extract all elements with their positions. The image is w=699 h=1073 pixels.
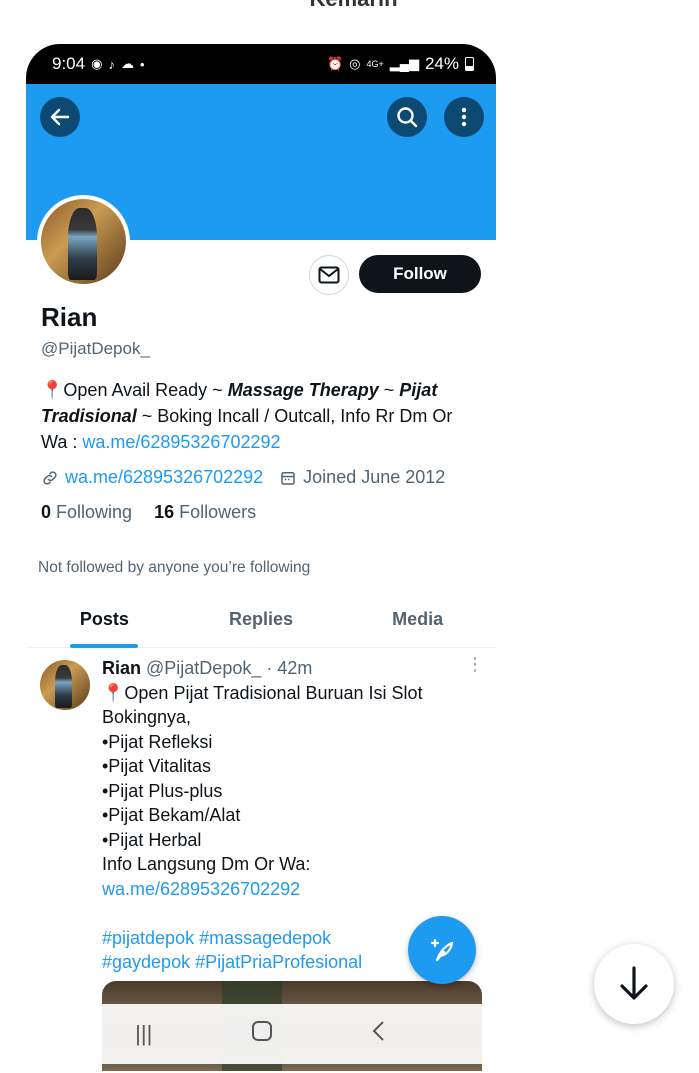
profile-tabs: Posts Replies Media [26, 602, 496, 648]
website-link[interactable]: wa.me/62895326702292 [65, 467, 263, 488]
post-line: •Pijat Herbal [102, 829, 202, 850]
tab-posts[interactable]: Posts [26, 602, 183, 648]
tiktok-icon: ♪ [108, 56, 115, 72]
page-header-text: Kemarin [0, 0, 699, 12]
android-nav-bar: ||| [26, 1004, 496, 1064]
chrome-icon: ◉ [91, 56, 103, 71]
following-count: 0 [41, 502, 52, 522]
home-icon[interactable] [251, 1020, 273, 1048]
back-button[interactable] [40, 97, 80, 137]
arrow-left-icon [50, 108, 70, 126]
status-bar: 9:04 ◉ ♪ ☁ • ⏰ ◎ 4G+ ▂▄▆ 24% [26, 44, 496, 84]
tab-replies[interactable]: Replies [183, 602, 340, 647]
follow-counts: 0 Following 16 Followers [41, 502, 481, 523]
post-line: •Pijat Plus-plus [102, 780, 223, 801]
followers-label: Followers [179, 502, 257, 522]
pin-icon: 📍 [41, 380, 64, 400]
profile-meta: wa.me/62895326702292 Joined June 2012 [41, 467, 481, 488]
compose-post-button[interactable] [408, 916, 476, 984]
following-link[interactable]: 0 Following [41, 502, 132, 523]
battery-icon [465, 57, 474, 71]
search-button[interactable] [387, 97, 427, 137]
joined-date: Joined June 2012 [303, 467, 446, 487]
post-line: 📍Open Pijat Tradisional Buruan Isi Slot [102, 682, 423, 703]
bio-link[interactable]: wa.me/62895326702292 [82, 432, 280, 452]
post-line: •Pijat Refleksi [102, 731, 213, 752]
scroll-down-button[interactable] [594, 944, 674, 1024]
vertical-dots-icon [461, 107, 467, 127]
following-label: Following [56, 502, 133, 522]
post-author-handle: @PijatDepok_ [146, 658, 262, 678]
more-options-button[interactable] [444, 97, 484, 137]
post-header: Rian @PijatDepok_ · 42m [102, 656, 482, 681]
post-time: · 42m [266, 658, 313, 678]
post-link[interactable]: wa.me/62895326702292 [102, 877, 482, 902]
bio-text: ~ [378, 380, 400, 400]
profile-handle: @PijatDepok_ [41, 339, 150, 358]
profile-avatar[interactable] [37, 195, 130, 288]
tab-media[interactable]: Media [339, 602, 496, 647]
profile-info: Rian @PijatDepok_ 📍Open Avail Ready ~ Ma… [41, 302, 481, 523]
followers-count: 16 [154, 502, 175, 522]
battery-percent: 24% [424, 54, 459, 73]
signal-icon: ▂▄▆ [389, 56, 419, 71]
post-line: Info Langsung Dm Or Wa: [102, 854, 311, 874]
post-author-name: Rian [102, 658, 142, 678]
post-line: Bokingnya, [102, 707, 192, 727]
link-icon [43, 470, 57, 485]
hotspot-icon: ◎ [349, 56, 361, 71]
bio-text: Open Avail Ready ~ [63, 380, 228, 400]
envelope-icon [318, 266, 340, 284]
bio-bold-text: Massage Therapy [227, 380, 379, 400]
alarm-icon: ⏰ [326, 56, 344, 71]
profile-name: Rian [41, 302, 98, 332]
arrow-down-icon [620, 966, 648, 1000]
post-line: •Pijat Vitalitas [102, 756, 212, 776]
dot-icon: • [139, 56, 145, 72]
profile-bio: 📍Open Avail Ready ~ Massage Therapy ~ Pi… [41, 377, 481, 455]
cloud-icon: ☁ [120, 56, 134, 71]
network-label: 4G+ [366, 59, 384, 69]
phone-screen: 9:04 ◉ ♪ ☁ • ⏰ ◎ 4G+ ▂▄▆ 24% Follow Rian… [26, 44, 496, 1073]
search-icon [397, 107, 418, 128]
recent-apps-icon[interactable]: ||| [135, 1021, 152, 1047]
compose-feather-icon [430, 938, 454, 962]
avatar-image [41, 199, 126, 284]
calendar-icon [281, 471, 295, 485]
back-nav-icon[interactable] [371, 1020, 387, 1048]
not-followed-note: Not followed by anyone you’re following [38, 559, 311, 576]
post-line: •Pijat Bekam/Alat [102, 805, 241, 825]
status-time: 9:04 [52, 54, 86, 73]
follow-button[interactable]: Follow [359, 255, 481, 293]
post-avatar[interactable] [40, 660, 90, 710]
followers-link[interactable]: 16 Followers [154, 502, 256, 523]
message-button[interactable] [309, 255, 349, 295]
